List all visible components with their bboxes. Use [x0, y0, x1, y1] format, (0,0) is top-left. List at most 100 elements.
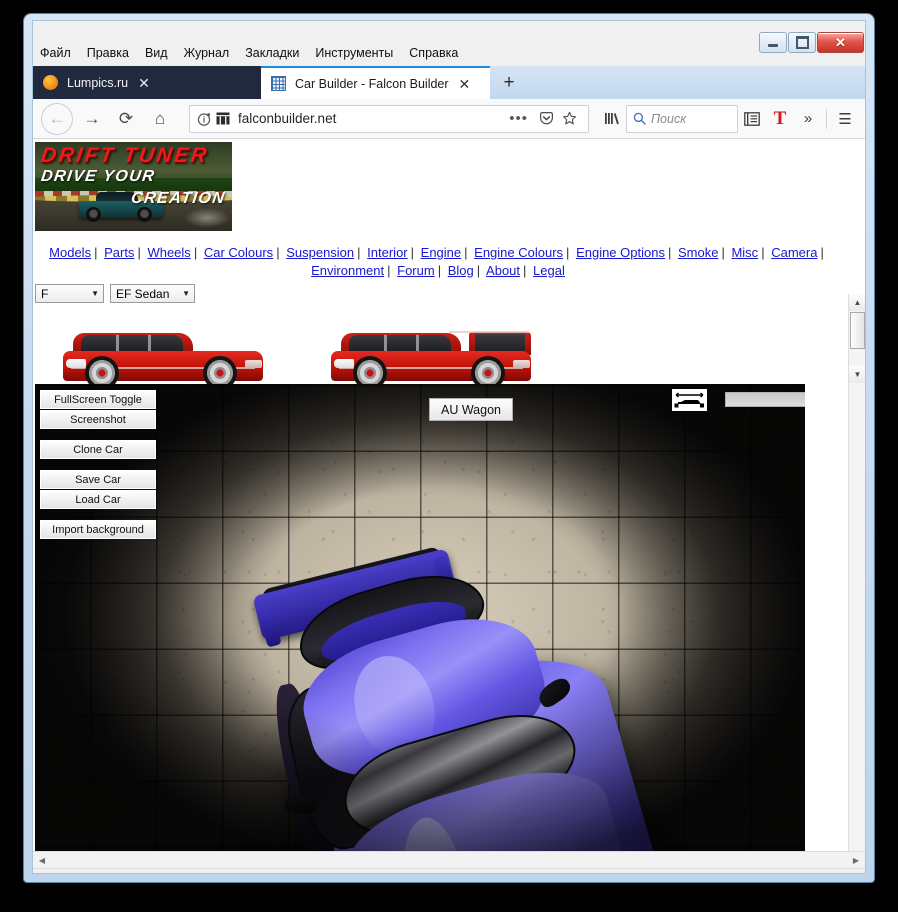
- url-text: falconbuilder.net: [235, 111, 502, 126]
- close-tab-icon[interactable]: ✕: [459, 77, 471, 91]
- fullscreen-toggle-button[interactable]: FullScreen Toggle: [40, 390, 156, 409]
- address-bar[interactable]: falconbuilder.net •••: [189, 105, 589, 133]
- sedan-preview[interactable]: [59, 312, 269, 392]
- nav-link-environment[interactable]: Environment: [311, 263, 384, 278]
- page-scrollbar-thumb[interactable]: [850, 312, 865, 349]
- nav-link-misc[interactable]: Misc: [731, 245, 758, 260]
- nav-link-camera[interactable]: Camera: [771, 245, 817, 260]
- wagon-preview[interactable]: [327, 312, 537, 392]
- close-tab-icon[interactable]: ✕: [138, 76, 150, 90]
- nav-link-engine[interactable]: Engine: [421, 245, 461, 260]
- home-icon[interactable]: ⌂: [145, 104, 175, 134]
- sidebar-icon[interactable]: [738, 105, 766, 133]
- window-bottom-edge: [33, 868, 865, 869]
- button-gap: [40, 430, 156, 440]
- menu-item-history[interactable]: Журнал: [177, 44, 237, 62]
- text-format-icon[interactable]: T: [766, 105, 794, 133]
- nav-sep: |: [384, 263, 393, 278]
- page-scroll-up-icon[interactable]: ▲: [849, 294, 865, 311]
- nav-link-parts[interactable]: Parts: [104, 245, 134, 260]
- pocket-icon[interactable]: [535, 111, 558, 126]
- button-gap: [40, 510, 156, 520]
- info-icon[interactable]: [197, 112, 211, 126]
- menu-item-help[interactable]: Справка: [402, 44, 465, 62]
- library-icon[interactable]: [598, 105, 626, 133]
- nav-link-suspension[interactable]: Suspension: [286, 245, 354, 260]
- nav-sep: |: [91, 245, 100, 260]
- clone-car-button[interactable]: Clone Car: [40, 440, 156, 459]
- reload-icon[interactable]: ⟳: [111, 104, 141, 134]
- load-car-button[interactable]: Load Car: [40, 490, 156, 509]
- tab-car-builder[interactable]: Car Builder - Falcon Builder ✕: [261, 66, 490, 99]
- nav-sep: |: [435, 263, 444, 278]
- back-icon[interactable]: ←: [41, 103, 73, 135]
- zoom-slider[interactable]: [725, 392, 805, 407]
- nav-link-engine-options[interactable]: Engine Options: [576, 245, 665, 260]
- close-window-button[interactable]: ✕: [817, 32, 864, 53]
- save-car-button[interactable]: Save Car: [40, 470, 156, 489]
- screenshot-button[interactable]: Screenshot: [40, 410, 156, 429]
- scroll-left-icon[interactable]: ◀: [35, 856, 49, 865]
- toolbar-divider: [826, 109, 827, 129]
- navigation-toolbar: ← → ⟳ ⌂ falconbuilder.net •••: [33, 99, 865, 139]
- nav-link-car-colours[interactable]: Car Colours: [204, 245, 273, 260]
- tab-lumpics[interactable]: Lumpics.ru ✕: [33, 66, 261, 99]
- nav-link-legal[interactable]: Legal: [533, 263, 565, 278]
- horizontal-scrollbar[interactable]: ◀ ▶: [33, 851, 865, 868]
- star-icon[interactable]: [558, 111, 581, 126]
- scroll-right-icon[interactable]: ▶: [849, 856, 863, 865]
- search-placeholder: Поиск: [651, 112, 686, 126]
- chevron-down-icon: ▼: [91, 289, 99, 298]
- nav-sep: |: [273, 245, 282, 260]
- button-gap: [40, 460, 156, 470]
- menu-icon[interactable]: ☰: [831, 105, 859, 133]
- tab-strip: Lumpics.ru ✕ Car Builder - Falcon Builde…: [33, 66, 865, 99]
- page-scroll-down-icon[interactable]: ▼: [849, 366, 865, 383]
- nav-sep: |: [354, 245, 363, 260]
- reader-view-icon[interactable]: [216, 112, 230, 125]
- menu-item-file[interactable]: Файл: [33, 44, 78, 62]
- nav-link-wheels[interactable]: Wheels: [147, 245, 190, 260]
- page-actions-icon[interactable]: •••: [502, 110, 535, 127]
- nav-link-models[interactable]: Models: [49, 245, 91, 260]
- menu-item-view[interactable]: Вид: [138, 44, 175, 62]
- menu-item-edit[interactable]: Правка: [80, 44, 136, 62]
- nav-link-engine-colours[interactable]: Engine Colours: [474, 245, 563, 260]
- page-scrollbar[interactable]: ▲ ▼: [848, 294, 865, 867]
- minimize-button[interactable]: [759, 32, 787, 53]
- new-tab-button[interactable]: +: [495, 70, 523, 96]
- overflow-icon[interactable]: »: [794, 105, 822, 133]
- blue-grid-icon: [271, 76, 286, 91]
- nav-sep: |: [563, 245, 572, 260]
- maximize-button[interactable]: [788, 32, 816, 53]
- banner-title-line1: DRIFT TUNER: [39, 144, 210, 168]
- nav-sep: |: [134, 245, 143, 260]
- menu-item-bookmarks[interactable]: Закладки: [238, 44, 306, 62]
- car-builder-viewport[interactable]: FullScreen Toggle Screenshot Clone Car S…: [35, 384, 805, 866]
- nav-link-blog[interactable]: Blog: [448, 263, 474, 278]
- browser-window: ✕ Файл Правка Вид Журнал Закладки Инстру…: [24, 14, 874, 882]
- model-name-label[interactable]: AU Wagon: [429, 398, 513, 421]
- nav-link-forum[interactable]: Forum: [397, 263, 435, 278]
- close-icon: ✕: [835, 36, 846, 49]
- select-value: F: [41, 287, 48, 301]
- orange-circle-icon: [43, 75, 58, 90]
- import-background-button[interactable]: Import background: [40, 520, 156, 539]
- nav-sep: |: [817, 245, 826, 260]
- nav-sep: |: [408, 245, 417, 260]
- banner-title-line3: CREATION: [129, 190, 226, 208]
- nav-link-interior[interactable]: Interior: [367, 245, 407, 260]
- search-input[interactable]: Поиск: [626, 105, 738, 133]
- tab-title: Car Builder - Falcon Builder: [295, 77, 449, 91]
- nav-link-smoke[interactable]: Smoke: [678, 245, 718, 260]
- forward-icon[interactable]: →: [77, 104, 107, 134]
- nav-link-about[interactable]: About: [486, 263, 520, 278]
- car-dimension-icon[interactable]: [672, 389, 707, 411]
- model-select[interactable]: EF Sedan ▼: [110, 284, 195, 303]
- menu-bar: Файл Правка Вид Журнал Закладки Инструме…: [33, 42, 465, 64]
- model-selectors: F ▼ EF Sedan ▼: [35, 284, 195, 303]
- menu-item-tools[interactable]: Инструменты: [308, 44, 400, 62]
- body-code-select[interactable]: F ▼: [35, 284, 104, 303]
- search-icon: [633, 112, 646, 125]
- page-content: DRIFT TUNER DRIVE YOUR CREATION Models| …: [33, 139, 865, 867]
